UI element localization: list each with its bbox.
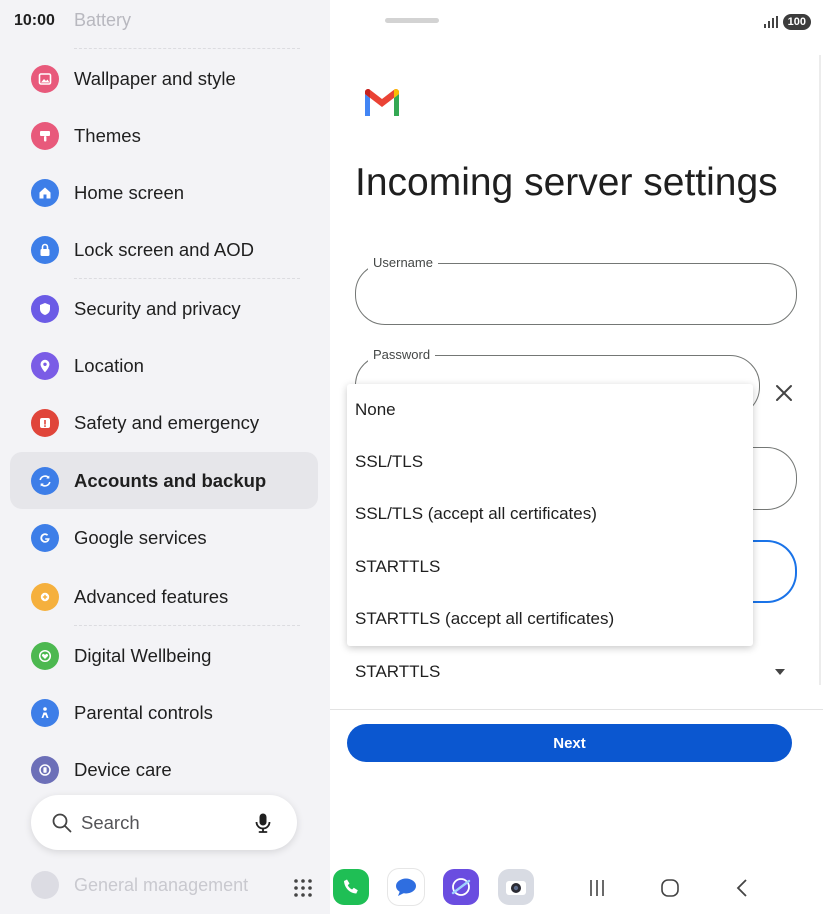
dropdown-option-ssl-tls-accept-all[interactable]: SSL/TLS (accept all certificates) [347,488,753,540]
sync-icon [31,466,59,495]
settings-search-bar[interactable]: Search [31,795,297,850]
search-icon [52,813,72,832]
status-icons: 100 [763,14,811,30]
username-label: Username [368,255,438,270]
sidebar-item-themes[interactable]: Themes [10,107,318,164]
sidebar-item-location[interactable]: Location [10,337,318,394]
messages-app-icon[interactable] [388,869,424,905]
sidebar-item-label: Wallpaper and style [74,67,236,89]
google-icon [31,523,59,552]
sidebar-item-label: Location [74,354,144,376]
signal-icon [763,16,778,28]
location-pin-icon [31,351,59,380]
sidebar-item-google[interactable]: Google services [10,509,318,566]
wellbeing-heart-icon [31,641,59,670]
sidebar-item-label: Themes [74,124,141,146]
sidebar-item-parental-controls[interactable]: Parental controls [10,684,318,741]
device-care-icon [31,755,59,784]
settings-sidebar: 10:00 Battery Wallpaper and style Themes… [0,0,330,914]
close-icon[interactable] [773,382,795,404]
scroll-track [819,55,821,685]
sidebar-item-label: Google services [74,526,207,548]
sidebar-item-accounts-backup[interactable]: Accounts and backup [10,452,318,509]
sidebar-item-label: Lock screen and AOD [74,238,254,260]
page-title: Incoming server settings [355,161,778,204]
sidebar-item-label: Security and privacy [74,297,241,319]
dropdown-option-ssl-tls[interactable]: SSL/TLS [347,436,753,488]
sidebar-item-battery-faded[interactable]: Battery [74,10,131,31]
sidebar-item-label: Accounts and backup [74,469,267,491]
divider [74,48,300,49]
gmail-logo-icon [365,89,399,116]
sidebar-item-label: Home screen [74,181,185,203]
divider [74,278,300,279]
sidebar-item-home-screen[interactable]: Home screen [10,164,318,221]
chevron-down-icon [775,669,785,675]
sidebar-item-label: Device care [74,758,172,780]
security-type-select[interactable]: STARTTLS [355,650,795,694]
sidebar-item-lock-screen[interactable]: Lock screen and AOD [10,221,318,278]
sidebar-item-label: Parental controls [74,701,213,723]
security-type-value: STARTTLS [355,662,441,681]
dropdown-option-starttls-accept-all[interactable]: STARTTLS (accept all certificates) [347,593,753,645]
next-button[interactable]: Next [347,724,792,762]
shield-icon [31,294,59,323]
camera-app-icon[interactable] [498,869,534,905]
dropdown-option-none[interactable]: None [347,384,753,436]
emergency-icon [31,408,59,437]
sidebar-item-advanced-features[interactable]: Advanced features [10,568,318,625]
sidebar-item-label: Safety and emergency [74,411,260,433]
divider [74,625,300,626]
divider [330,709,823,710]
security-type-dropdown: None SSL/TLS SSL/TLS (accept all certifi… [347,384,753,646]
parental-icon [31,698,59,727]
search-placeholder: Search [81,811,140,833]
battery-level: 100 [782,14,811,30]
microphone-icon[interactable] [253,812,273,834]
sidebar-item-wallpaper[interactable]: Wallpaper and style [10,50,318,107]
sidebar-item-digital-wellbeing[interactable]: Digital Wellbeing [10,627,318,684]
sidebar-item-safety[interactable]: Safety and emergency [10,394,318,451]
taskbar [0,860,823,914]
username-field[interactable]: Username [355,255,797,325]
password-label: Password [368,347,436,362]
themes-brush-icon [31,121,59,150]
drag-handle[interactable] [385,18,439,23]
sidebar-item-label: Advanced features [74,585,229,607]
home-icon [31,178,59,207]
home-nav-icon[interactable] [659,877,681,899]
phone-app-icon[interactable] [333,869,369,905]
sidebar-item-device-care[interactable]: Device care [10,741,318,798]
sidebar-item-security[interactable]: Security and privacy [10,280,318,337]
lock-icon [31,235,59,264]
internet-app-icon[interactable] [443,869,479,905]
sidebar-item-label: Digital Wellbeing [74,644,212,666]
app-drawer-icon[interactable] [293,878,313,898]
gear-plus-icon [31,582,59,611]
wallpaper-icon [31,64,59,93]
back-icon[interactable] [732,877,754,899]
dropdown-option-starttls[interactable]: STARTTLS [347,541,753,593]
recent-apps-icon[interactable] [586,877,608,899]
